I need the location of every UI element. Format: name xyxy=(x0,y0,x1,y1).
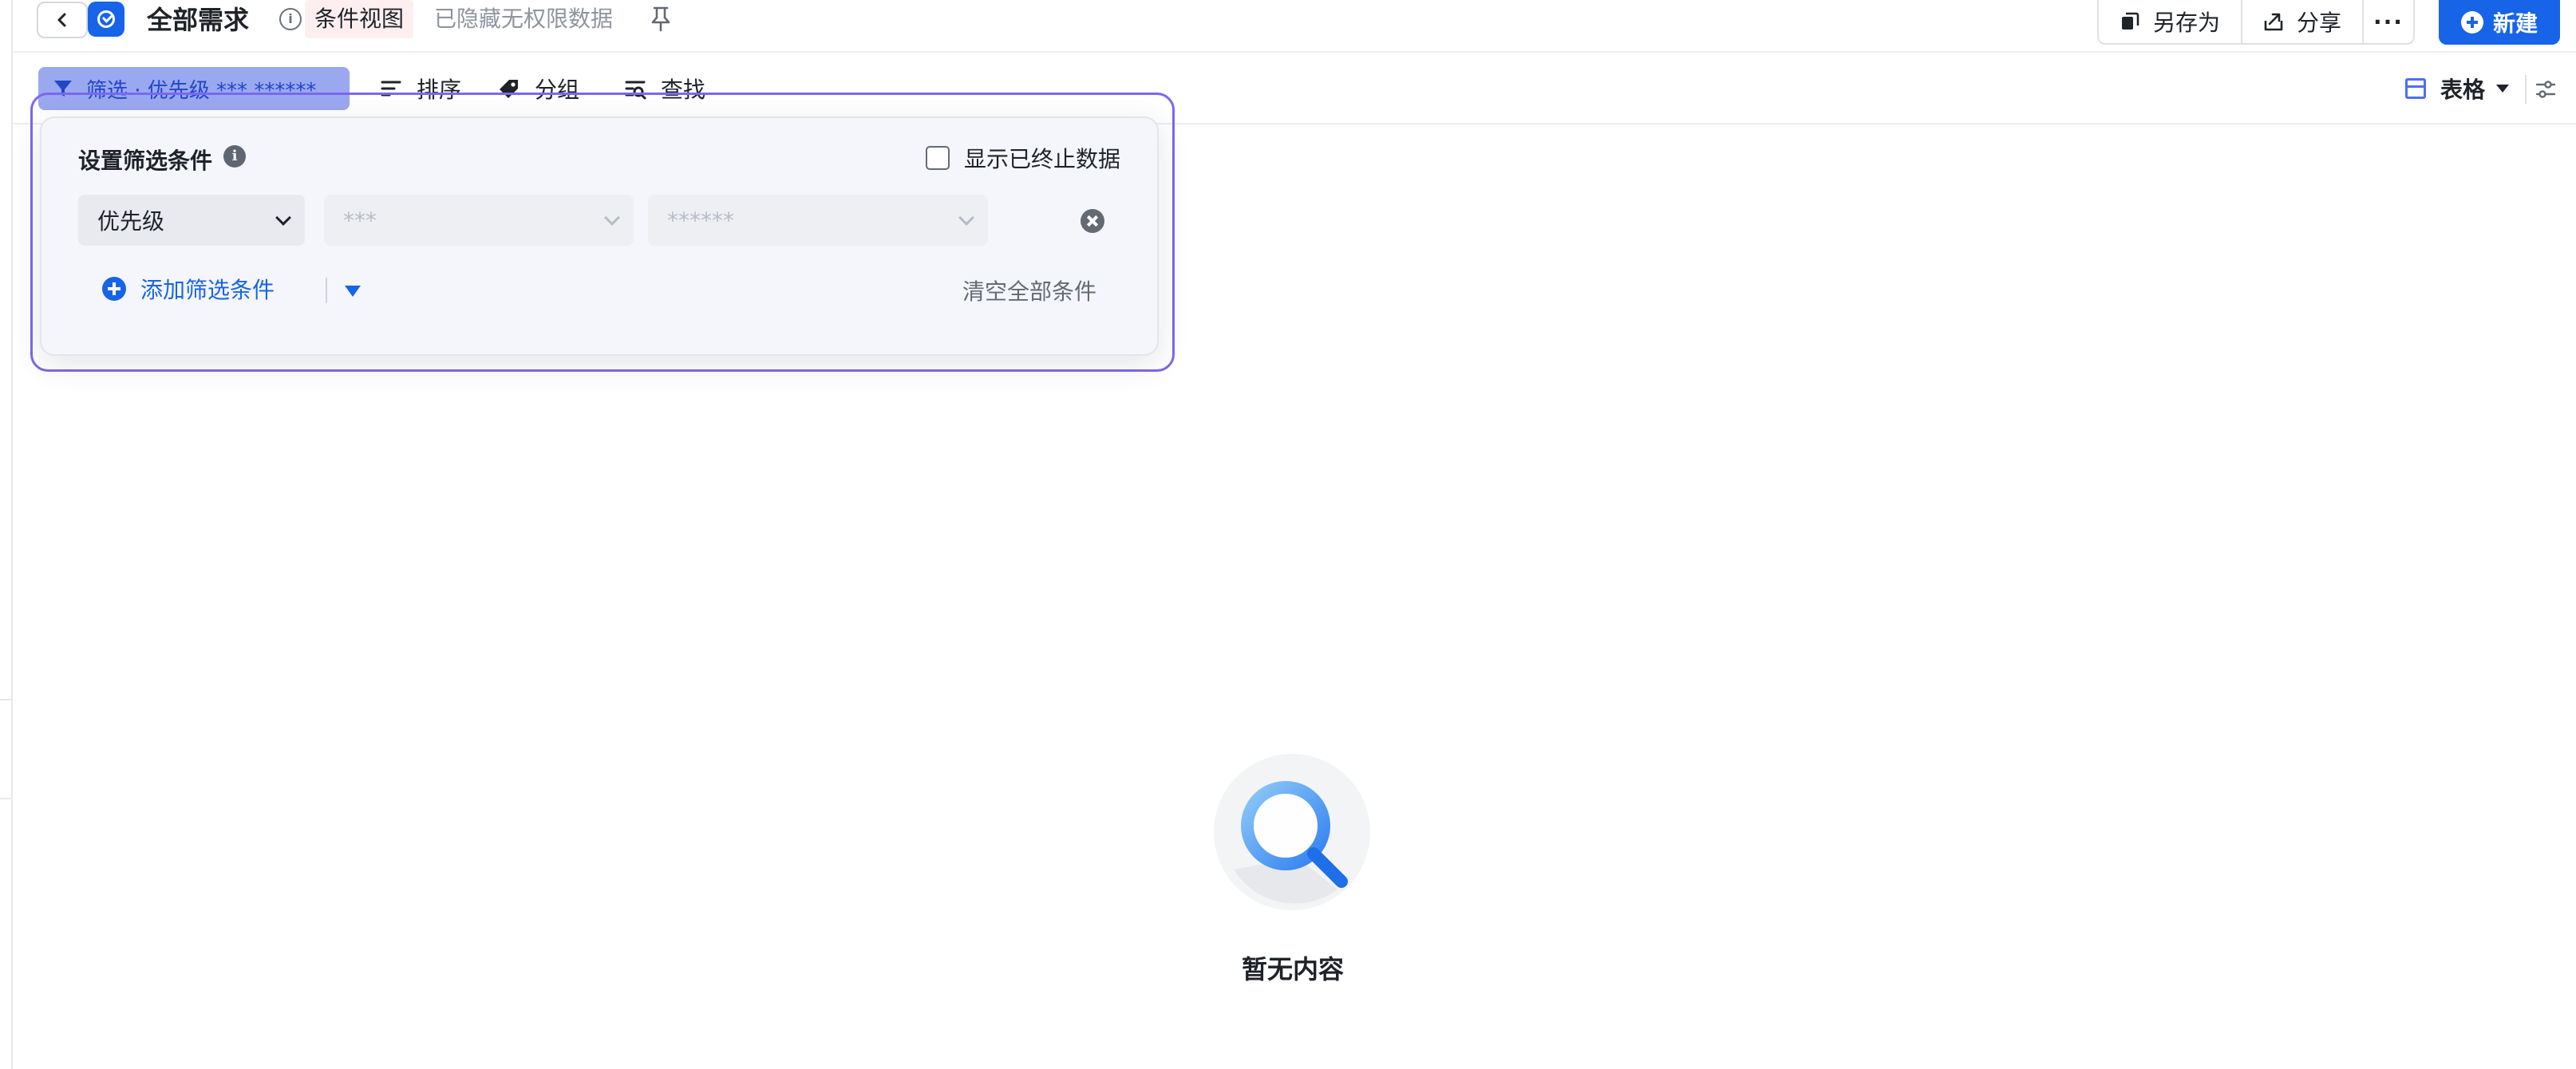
info-filled-icon[interactable]: i xyxy=(223,145,246,168)
plus-circle-icon xyxy=(102,277,126,301)
header-actions: 另存为 分享 ··· 新建 xyxy=(2096,0,2560,45)
share-label: 分享 xyxy=(2296,10,2341,36)
view-type-tag: 条件视图 xyxy=(305,0,414,38)
condition-field-select[interactable]: 优先级 xyxy=(78,195,305,246)
sliders-icon[interactable] xyxy=(2535,78,2557,101)
page-title: 全部需求 xyxy=(147,5,250,35)
sidebar-divider xyxy=(0,699,13,700)
caret-down-icon xyxy=(2496,85,2509,93)
add-condition-label: 添加筛选条件 xyxy=(140,277,275,303)
condition-field-value: 优先级 xyxy=(97,208,165,235)
filter-panel-title: 设置筛选条件 xyxy=(78,148,213,174)
copy-icon xyxy=(2121,12,2139,30)
more-button[interactable]: ··· xyxy=(2361,0,2413,43)
sidebar-divider xyxy=(0,798,13,799)
condition-value-value: ****** xyxy=(667,207,734,234)
left-sidebar-edge xyxy=(0,0,13,1069)
add-condition-divider xyxy=(326,278,327,303)
share-button[interactable]: 分享 xyxy=(2240,0,2362,43)
save-as-button[interactable]: 另存为 xyxy=(2098,0,2241,43)
show-ended-checkbox[interactable] xyxy=(925,146,950,170)
toolbar-divider xyxy=(2525,75,2527,104)
chevron-down-icon xyxy=(958,210,974,226)
info-icon[interactable]: i xyxy=(279,8,302,30)
empty-state-text: 暂无内容 xyxy=(1241,954,1344,984)
pin-icon[interactable] xyxy=(650,5,672,32)
save-as-label: 另存为 xyxy=(2152,10,2220,36)
caret-down-icon[interactable] xyxy=(345,286,361,297)
header-action-group: 另存为 分享 ··· xyxy=(2096,0,2415,45)
requirement-app-icon xyxy=(88,2,124,37)
app-root: 全部需求 i 条件视图 已隐藏无权限数据 另存为 分享 ··· 新建 筛选 · … xyxy=(0,0,2576,1069)
chevron-down-icon xyxy=(275,210,291,226)
page-header: 全部需求 i 条件视图 已隐藏无权限数据 另存为 分享 ··· 新建 xyxy=(13,0,2576,53)
filter-popover: 设置筛选条件 i 显示已终止数据 优先级 *** ****** 添加筛选条件 清… xyxy=(40,116,1159,356)
chevron-left-icon xyxy=(57,13,66,27)
condition-operator-value: *** xyxy=(343,207,377,234)
new-label: 新建 xyxy=(2492,10,2538,37)
remove-condition-icon[interactable] xyxy=(1081,209,1104,233)
view-switcher[interactable]: 表格 xyxy=(2404,69,2509,108)
plus-circle-icon xyxy=(2460,11,2483,34)
chevron-down-icon xyxy=(604,210,620,226)
view-label: 表格 xyxy=(2440,77,2485,103)
table-icon xyxy=(2404,78,2426,99)
share-icon xyxy=(2264,13,2283,31)
condition-operator-select[interactable]: *** xyxy=(324,195,634,246)
back-button[interactable] xyxy=(37,2,88,38)
condition-value-select[interactable]: ****** xyxy=(648,195,988,246)
clear-all-conditions-button[interactable]: 清空全部条件 xyxy=(962,274,1096,306)
empty-search-illustration xyxy=(1214,754,1370,910)
new-button[interactable]: 新建 xyxy=(2438,0,2560,45)
show-ended-toggle[interactable]: 显示已终止数据 xyxy=(925,142,1120,174)
hidden-data-note: 已隐藏无权限数据 xyxy=(434,6,614,32)
show-ended-label: 显示已终止数据 xyxy=(963,146,1120,172)
add-condition-button[interactable]: 添加筛选条件 xyxy=(102,273,275,305)
